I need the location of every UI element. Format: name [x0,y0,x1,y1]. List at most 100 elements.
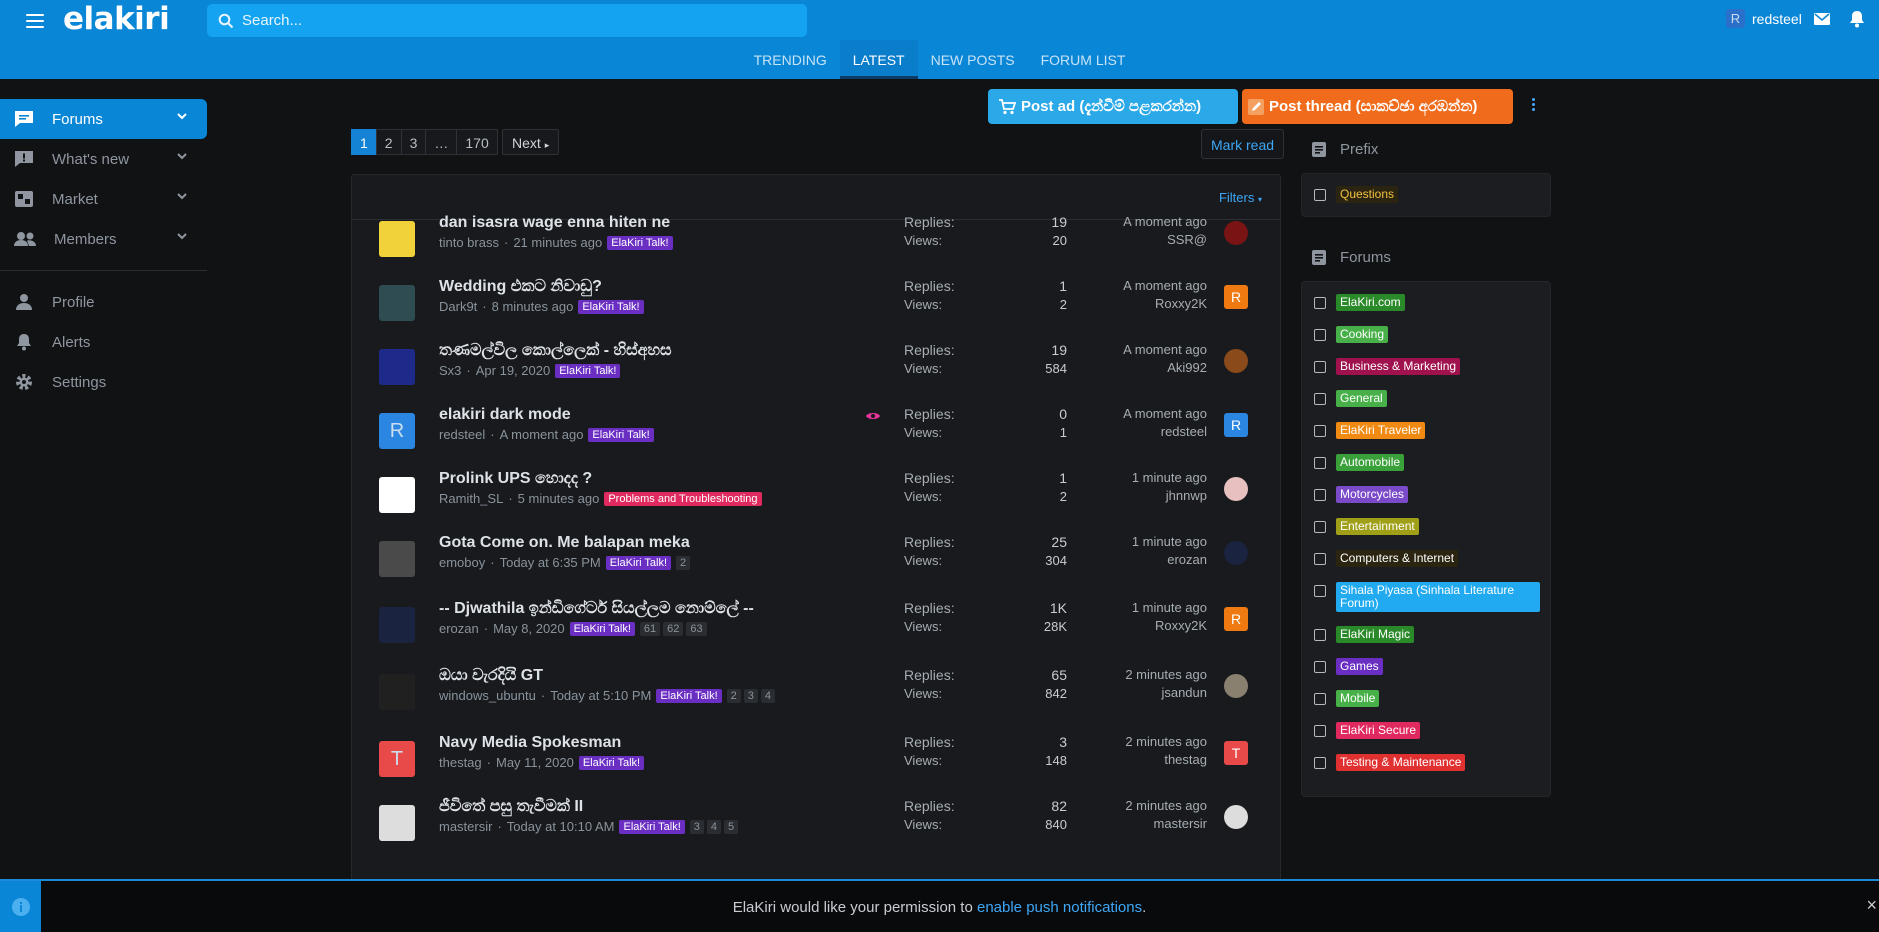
last-poster-avatar[interactable] [1224,477,1248,501]
enable-push-link[interactable]: enable push notifications [977,899,1142,916]
tab-new-posts[interactable]: NEW POSTS [918,40,1028,79]
forum-filter-item[interactable]: ElaKiri Traveler [1314,422,1426,439]
forum-filter-item[interactable]: Entertainment [1314,518,1419,535]
checkbox[interactable] [1314,757,1326,769]
last-poster-avatar[interactable] [1224,541,1248,565]
thread-page-link[interactable]: 3 [743,688,758,703]
last-post-time[interactable]: 1 minute ago [1087,600,1207,615]
thread-page-link[interactable]: 3 [689,819,704,834]
thread-time[interactable]: 21 minutes ago [513,235,602,250]
thread-time[interactable]: Apr 19, 2020 [476,363,550,378]
thread-author[interactable]: thestag [439,755,482,770]
last-post-time[interactable]: A moment ago [1087,278,1207,293]
thread-title[interactable]: dan isasra wage enna hiten ne [439,214,670,232]
thread-row[interactable]: ඔයා වැරදියි GT windows_ubuntu · Today at 5:… [352,662,1280,720]
thread-page-link[interactable]: 63 [686,621,707,636]
page-link[interactable]: 170 [456,129,498,155]
last-poster-avatar[interactable] [1224,805,1248,829]
thread-author[interactable]: emoboy [439,555,485,570]
thread-author[interactable]: tinto brass [439,235,499,250]
thread-author-avatar[interactable]: R [379,413,415,449]
thread-row[interactable]: Wedding එකට නිවාඩු? Dark9t · 8 minutes ago E… [352,273,1280,331]
search-input[interactable]: Search... [207,4,807,37]
thread-author-avatar[interactable]: T [379,741,415,777]
page-link[interactable]: 1 [351,129,377,155]
chevron-down-icon[interactable] [177,193,187,200]
thread-label[interactable]: ElaKiri Talk! [578,299,644,314]
thread-time[interactable]: Today at 10:10 AM [507,819,615,834]
tab-forum-list[interactable]: FORUM LIST [1028,40,1139,79]
last-post-time[interactable]: 2 minutes ago [1087,798,1207,813]
last-poster-avatar[interactable]: R [1224,413,1248,437]
checkbox[interactable] [1314,553,1326,565]
thread-label[interactable]: ElaKiri Talk! [605,555,672,570]
thread-label[interactable]: ElaKiri Talk! [569,621,635,636]
thread-page-link[interactable]: 2 [726,688,741,703]
thread-page-link[interactable]: 5 [724,819,739,834]
forum-filter-item[interactable]: ElaKiri Magic [1314,626,1415,643]
checkbox[interactable] [1314,521,1326,533]
forum-filter-item[interactable]: Business & Marketing [1314,358,1461,375]
thread-time[interactable]: May 11, 2020 [496,755,574,770]
checkbox[interactable] [1314,693,1326,705]
thread-title[interactable]: elakiri dark mode [439,406,571,424]
last-post-user[interactable]: Roxxy2K [1087,618,1207,633]
last-post-user[interactable]: SSR@ [1087,232,1207,247]
chevron-down-icon[interactable] [177,113,187,120]
page-ellipsis[interactable]: … [425,129,458,155]
bell-icon[interactable] [1849,10,1865,28]
user-menu[interactable]: R redsteel [1726,9,1802,28]
last-post-time[interactable]: A moment ago [1087,214,1207,229]
thread-page-link[interactable]: 4 [760,688,776,703]
post-ad-button[interactable]: Post ad (දැන්වීම් පළකරන්න) [988,89,1238,124]
checkbox[interactable] [1314,457,1326,469]
thread-title[interactable]: Navy Media Spokesman [439,734,621,752]
forum-filter-item[interactable]: Computers & Internet [1314,550,1459,567]
thread-row[interactable]: ජීවිතේ පසු තැවීමක් II mastersir · Today at … [352,793,1280,851]
thread-author-avatar[interactable] [379,285,415,321]
thread-label[interactable]: ElaKiri Talk! [555,363,621,378]
last-poster-avatar[interactable]: R [1224,607,1248,631]
thread-author[interactable]: mastersir [439,819,492,834]
last-post-user[interactable]: redsteel [1087,424,1207,439]
thread-author[interactable]: Dark9t [439,299,477,314]
sidebar-item-alerts[interactable]: Alerts [0,322,207,362]
thread-time[interactable]: A moment ago [500,427,584,442]
thread-author-avatar[interactable] [379,805,415,841]
last-post-time[interactable]: 2 minutes ago [1087,667,1207,682]
thread-label[interactable]: ElaKiri Talk! [656,688,722,703]
last-post-user[interactable]: mastersir [1087,816,1207,831]
thread-row[interactable]: තණමල්විල කොල්ලෙක් - හිස්අහස Sx3 · Apr 19, 2… [352,337,1280,395]
thread-author[interactable]: redsteel [439,427,485,442]
last-poster-avatar[interactable]: T [1224,741,1248,765]
forum-filter-item[interactable]: Mobile [1314,690,1380,707]
last-poster-avatar[interactable] [1224,221,1248,245]
thread-author[interactable]: erozan [439,621,479,636]
last-poster-avatar[interactable] [1224,674,1248,698]
checkbox[interactable] [1314,725,1326,737]
last-post-time[interactable]: 1 minute ago [1087,470,1207,485]
chevron-down-icon[interactable] [177,233,187,240]
checkbox[interactable] [1314,489,1326,501]
thread-row[interactable]: dan isasra wage enna hiten ne tinto brass… [352,209,1280,267]
thread-time[interactable]: 5 minutes ago [518,491,600,506]
tab-latest[interactable]: LATEST [839,40,918,79]
last-post-time[interactable]: A moment ago [1087,342,1207,357]
checkbox[interactable] [1314,629,1326,641]
thread-row[interactable]: Prolink UPS හොදද ? Ramith_SL · 5 minutes ag… [352,465,1280,523]
thread-author[interactable]: Ramith_SL [439,491,503,506]
thread-page-link[interactable]: 4 [706,819,721,834]
forum-filter-item[interactable]: Automobile [1314,454,1405,471]
last-post-time[interactable]: 1 minute ago [1087,534,1207,549]
checkbox[interactable] [1314,297,1326,309]
thread-time[interactable]: Today at 6:35 PM [500,555,601,570]
thread-label[interactable]: ElaKiri Talk! [607,235,673,250]
last-poster-avatar[interactable] [1224,349,1248,373]
checkbox[interactable] [1314,393,1326,405]
thread-author-avatar[interactable] [379,674,415,710]
last-post-time[interactable]: A moment ago [1087,406,1207,421]
thread-title[interactable]: තණමල්විල කොල්ලෙක් - හිස්අහස [439,342,672,360]
prefix-filter-item[interactable]: Questions [1314,186,1399,203]
watch-eye-icon[interactable] [866,411,880,421]
checkbox[interactable] [1314,361,1326,373]
